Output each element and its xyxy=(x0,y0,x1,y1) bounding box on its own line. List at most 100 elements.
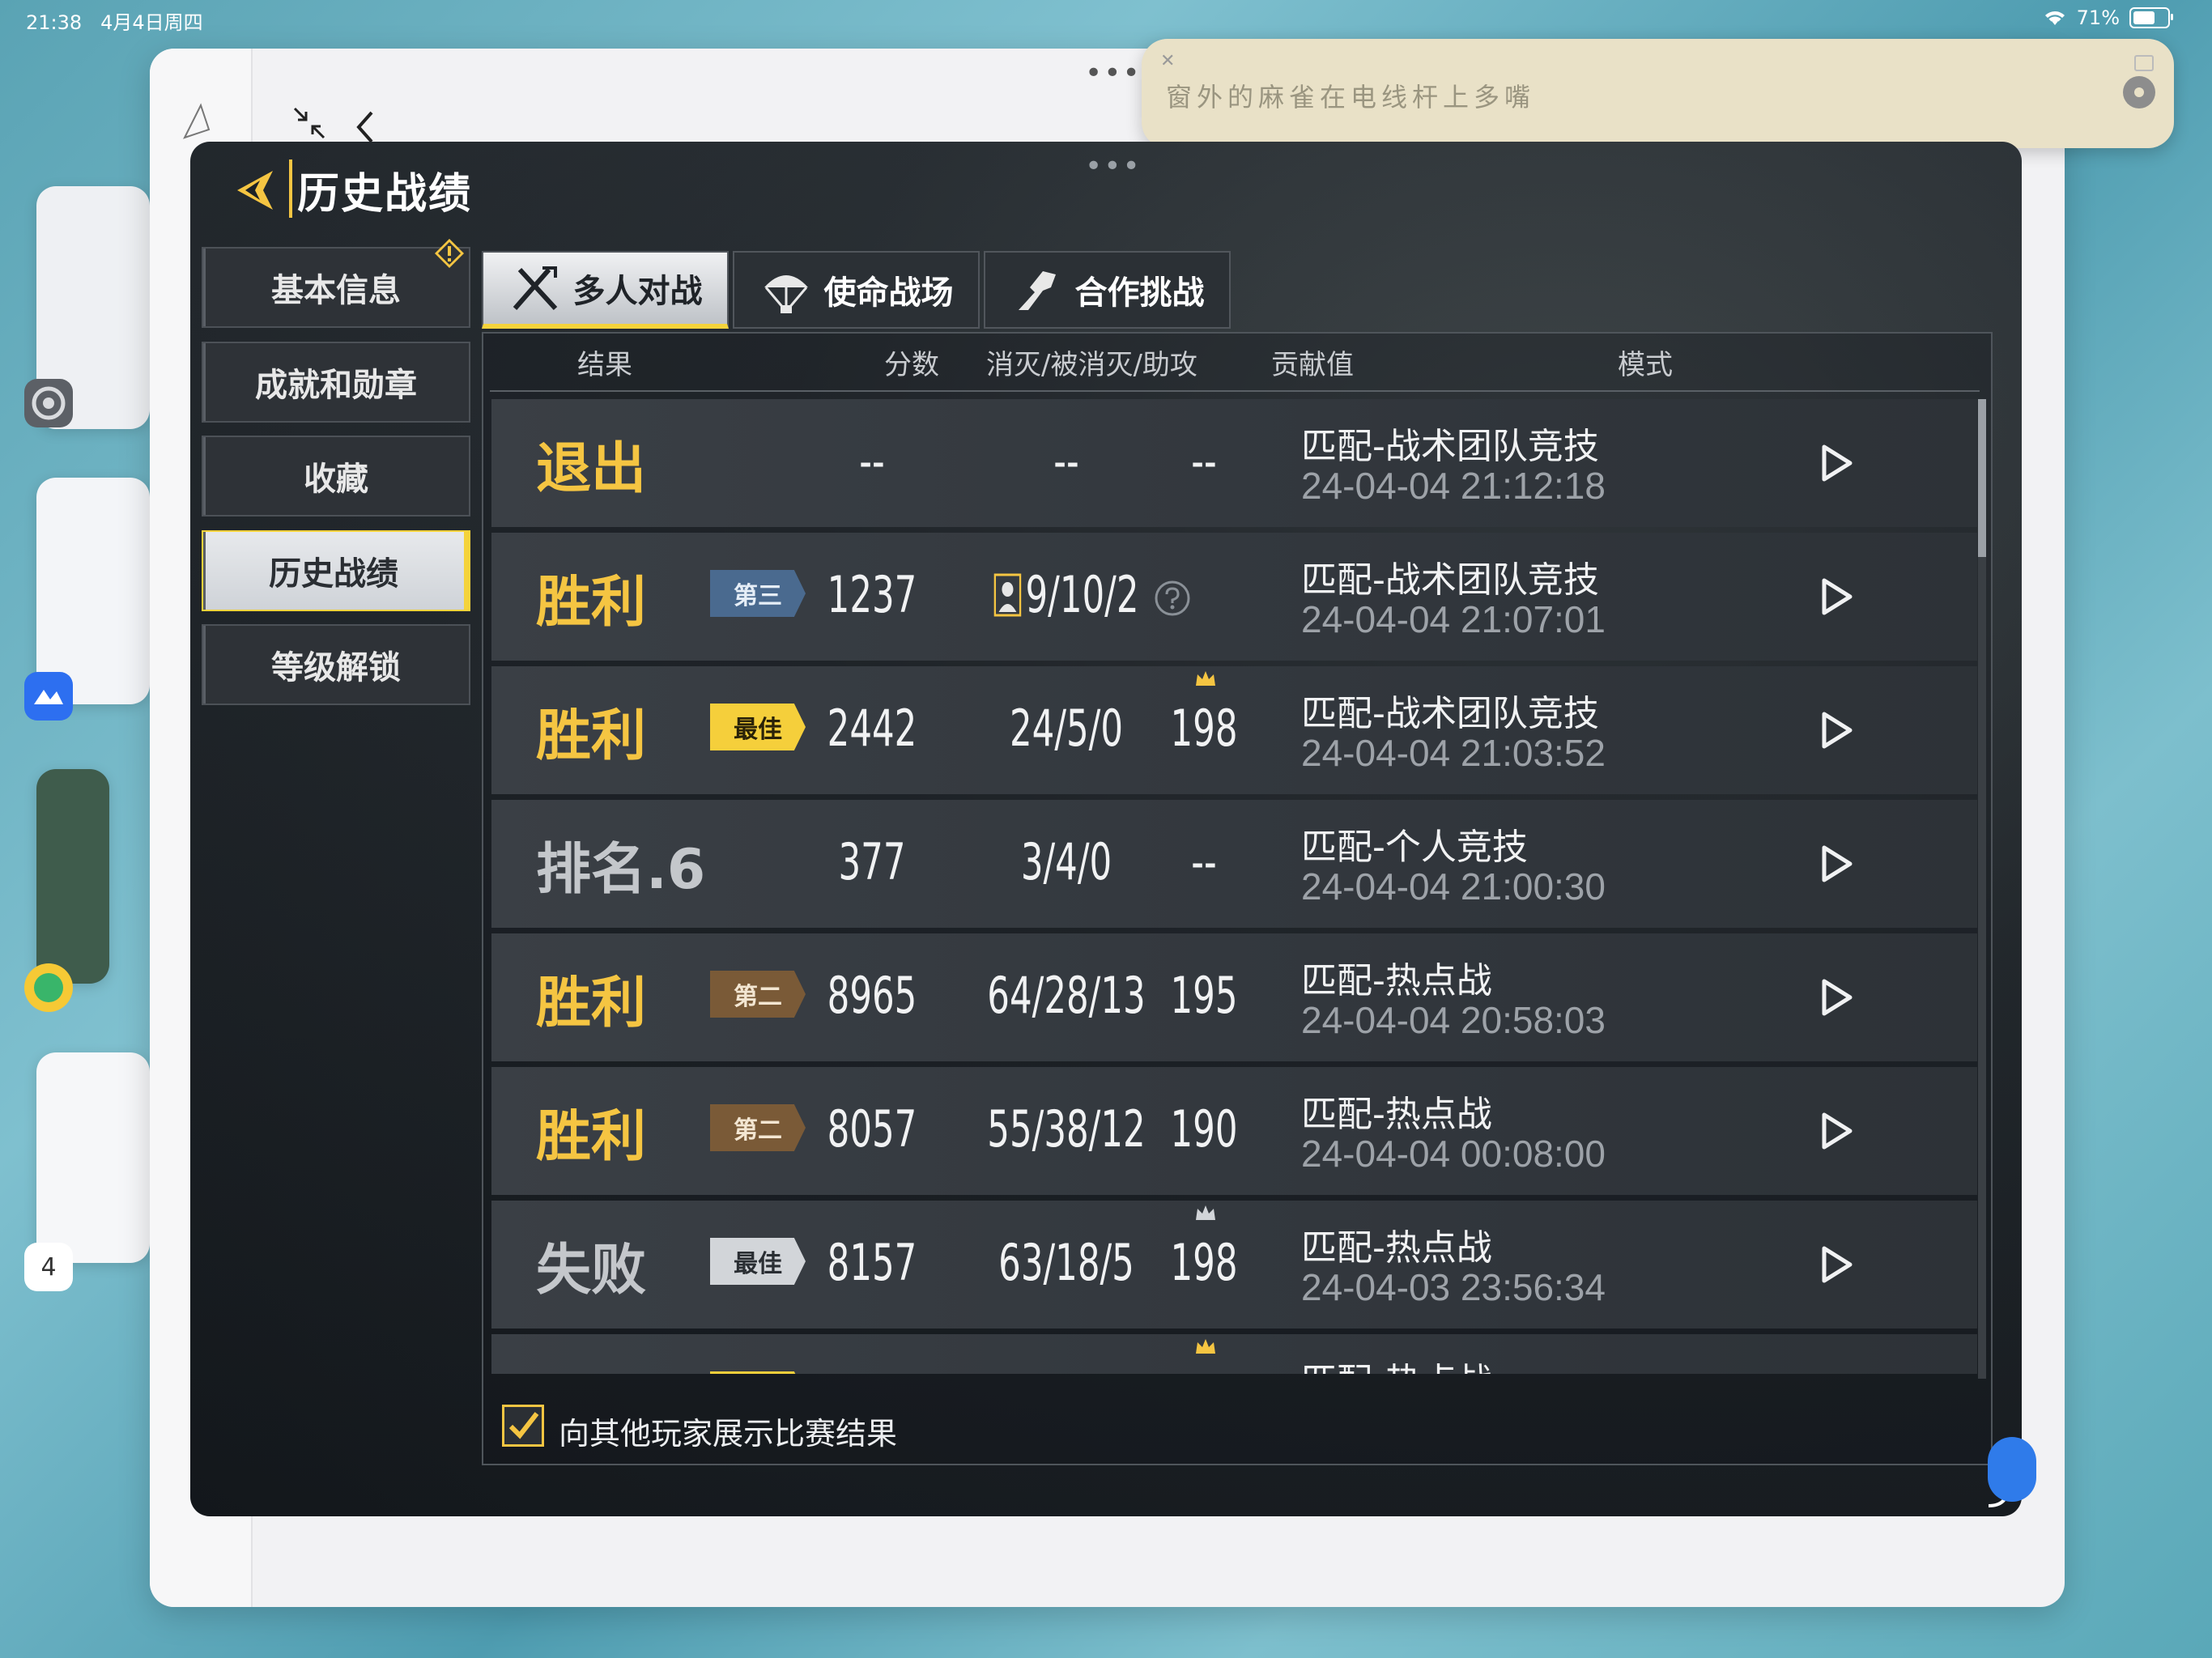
battery-percent: 71% xyxy=(2076,6,2120,29)
tab-battle-royale[interactable]: 使命战场 xyxy=(733,251,980,329)
rank-badge: 第二 xyxy=(710,1104,806,1151)
rank-badge: 最佳 xyxy=(710,704,806,750)
contribution-value: 190 xyxy=(1170,1099,1238,1158)
contribution-value: -- xyxy=(1191,432,1217,491)
warning-icon xyxy=(435,239,464,268)
result-text: 胜利 xyxy=(536,571,647,635)
kda-value: 24/5/0 xyxy=(1009,699,1124,758)
rank-badge: 第三 xyxy=(710,570,806,617)
stage-card-game[interactable] xyxy=(36,769,109,984)
sidebar-item-collection[interactable]: 收藏 xyxy=(202,436,470,517)
teammate-avatar-icon xyxy=(993,573,1022,616)
column-header-mode: 模式 xyxy=(1618,349,1673,381)
show-results-checkbox[interactable] xyxy=(502,1405,544,1447)
sidebar-item-level-unlocks[interactable]: 等级解锁 xyxy=(202,624,470,705)
table-row[interactable]: 排名.6 377 3/4/0 -- 匹配-个人竞技 24-04-04 21:00:30 xyxy=(491,800,1977,928)
mode-text: 匹配-战术团队竞技 xyxy=(1301,693,1599,734)
music-disc-icon[interactable] xyxy=(2121,74,2157,110)
mode-text: 匹配-热点战 xyxy=(1301,1094,1492,1135)
match-datetime: 24-04-04 21:12:18 xyxy=(1301,465,1606,507)
crown-icon xyxy=(1196,1339,1215,1354)
tab-label: 合作挑战 xyxy=(1074,274,1205,312)
sidebar-item-achievements[interactable]: 成就和勋章 xyxy=(202,342,470,423)
mode-text: 匹配-个人竞技 xyxy=(1301,827,1528,868)
lyrics-text: 窗外的麻雀在电线杆上多嘴 xyxy=(1166,82,1536,113)
result-text: 排名.6 xyxy=(536,838,706,902)
table-row[interactable]: 胜利 第二 8057 55/38/12 190 匹配-热点战 24-04-04 00:08:… xyxy=(491,1067,1977,1195)
crown-icon xyxy=(1196,671,1215,686)
collapse-icon[interactable] xyxy=(291,105,327,141)
column-header-kda: 消灭/被消灭/助攻 xyxy=(986,349,1197,381)
table-row[interactable]: 胜利最佳 匹配-热点战 xyxy=(491,1334,1977,1374)
column-header-result: 结果 xyxy=(577,349,632,381)
clock: 21:38 xyxy=(26,11,83,34)
parachute-icon xyxy=(764,275,808,313)
kda-value: 64/28/13 xyxy=(987,966,1146,1025)
show-results-label: 向其他玩家展示比赛结果 xyxy=(559,1416,898,1452)
sidebar-item-label: 历史战绩 xyxy=(269,555,398,593)
match-datetime: 24-04-03 23:56:34 xyxy=(1301,1266,1606,1308)
floating-blue-button[interactable] xyxy=(1988,1437,2036,1502)
settings-app-icon[interactable] xyxy=(24,379,73,427)
game-more-dots-icon[interactable]: ••• xyxy=(1085,150,1142,183)
mode-text: 匹配-热点战 xyxy=(1301,1227,1492,1269)
row-detail-arrow-icon[interactable] xyxy=(1819,711,1853,750)
music-app-icon[interactable] xyxy=(24,963,73,1012)
column-header-contribution: 贡献值 xyxy=(1271,349,1354,381)
table-row[interactable]: 失败 最佳 8157 63/18/5 198 匹配-热点战 24-04-03 23:56:3… xyxy=(491,1201,1977,1329)
row-detail-arrow-icon[interactable] xyxy=(1819,577,1853,616)
rank-badge: 最佳 xyxy=(710,1371,806,1374)
table-row[interactable]: 退出 -- -- -- 匹配-战术团队竞技 24-04-04 21:12:18 xyxy=(491,399,1977,527)
crossed-guns-icon xyxy=(513,266,557,311)
sidebar-item-label: 等级解锁 xyxy=(271,649,401,687)
table-row[interactable]: 胜利 第二 8965 64/28/13 195 匹配-热点战 24-04-04 20:58:… xyxy=(491,933,1977,1061)
sidebar-item-match-history[interactable]: 历史战绩 xyxy=(202,530,470,611)
result-text: 胜利 xyxy=(536,704,647,768)
stage-card-files[interactable] xyxy=(36,478,150,704)
window-more-dots-icon[interactable]: ••• xyxy=(1085,57,1142,90)
match-datetime: 24-04-04 00:08:00 xyxy=(1301,1133,1606,1175)
rank-badge: 第二 xyxy=(710,971,806,1018)
mode-text: 匹配-战术团队竞技 xyxy=(1301,559,1599,601)
sidebar-item-basic-info[interactable]: 基本信息 xyxy=(202,247,470,328)
result-text: 胜利 xyxy=(536,971,647,1035)
score-value: 8157 xyxy=(827,1233,917,1292)
back-chevron-icon[interactable] xyxy=(352,109,376,145)
table-row[interactable]: 胜利 最佳 2442 24/5/0 198 匹配-战术团队竞技 24-04-04 21:03… xyxy=(491,666,1977,794)
table-row[interactable]: 胜利 第三 1237 9/10/2 匹配-战术团队竞技 24-04-04 21:07:01 xyxy=(491,533,1977,661)
stage-card-calendar[interactable] xyxy=(36,1052,150,1263)
contribution-value: 195 xyxy=(1170,966,1238,1025)
mode-text: 匹配-热点战 xyxy=(1301,960,1492,1001)
row-detail-arrow-icon[interactable] xyxy=(1819,844,1853,883)
sidebar-item-label: 成就和勋章 xyxy=(255,367,417,404)
mode-text: 匹配-热点战 xyxy=(1301,1352,1492,1374)
title-divider xyxy=(289,159,292,218)
tab-multiplayer[interactable]: 多人对战 xyxy=(482,251,729,329)
checkmark-icon xyxy=(508,1412,539,1439)
match-datetime: 24-04-04 20:58:03 xyxy=(1301,999,1606,1041)
kda-value: 9/10/2 xyxy=(1025,565,1139,624)
sketch-icon xyxy=(183,103,211,139)
calendar-app-icon[interactable]: 4 xyxy=(24,1243,73,1291)
row-detail-arrow-icon[interactable] xyxy=(1819,1112,1853,1150)
row-detail-arrow-icon[interactable] xyxy=(1819,1245,1853,1284)
score-value: 377 xyxy=(838,832,906,891)
match-datetime: 24-04-04 21:03:52 xyxy=(1301,732,1606,774)
result-text: 退出 xyxy=(536,437,647,501)
scrollbar-thumb[interactable] xyxy=(1978,399,1986,557)
page-title: 历史战绩 xyxy=(297,170,473,219)
lark-app-icon[interactable] xyxy=(24,672,73,721)
contribution-value: -- xyxy=(1191,832,1217,891)
pip-icon[interactable] xyxy=(2134,55,2154,71)
column-header-score: 分数 xyxy=(884,349,939,381)
tab-label: 多人对战 xyxy=(572,273,703,310)
row-detail-arrow-icon[interactable] xyxy=(1819,978,1853,1017)
tab-coop-challenge[interactable]: 合作挑战 xyxy=(984,251,1231,329)
history-rows: 退出 -- -- -- 匹配-战术团队竞技 24-04-04 21:12:18 胜利 第三 12… xyxy=(491,394,1985,1374)
row-detail-arrow-icon[interactable] xyxy=(1819,444,1853,483)
game-window: ••• 历史战绩 基本信息 成就和勋章 收藏 历史战绩 等级解锁 多人对战 使命… xyxy=(190,142,2022,1516)
close-icon[interactable]: ✕ xyxy=(1160,51,1175,71)
back-arrow-icon[interactable] xyxy=(231,166,279,215)
question-icon[interactable] xyxy=(1154,580,1191,617)
tab-label: 使命战场 xyxy=(823,274,954,312)
